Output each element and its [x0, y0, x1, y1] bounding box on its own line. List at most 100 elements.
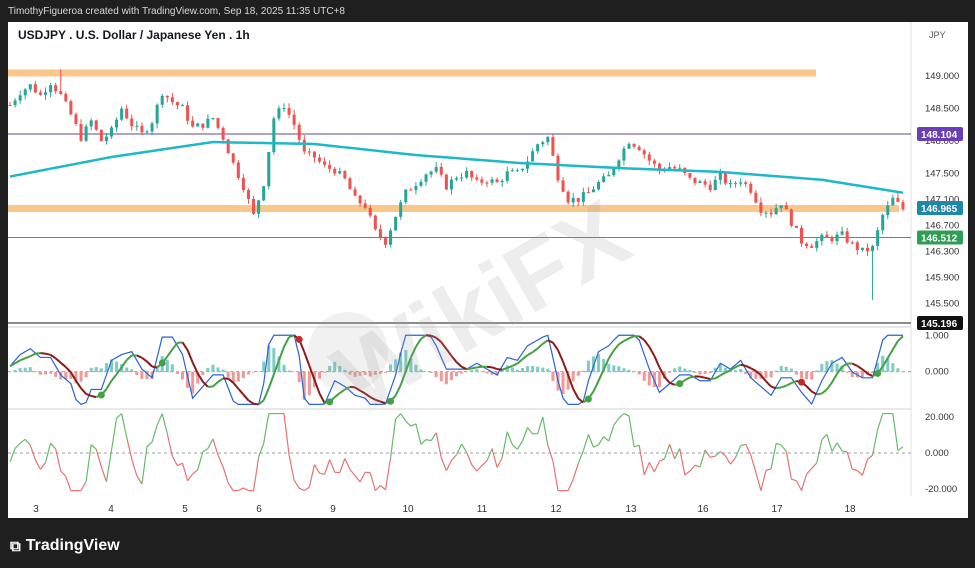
- candle-body: [647, 154, 651, 161]
- macd-slow-segment: [557, 349, 564, 363]
- candle-body: [805, 243, 809, 247]
- macd-slow-segment: [521, 354, 529, 360]
- candle-body: [784, 205, 788, 210]
- x-tick-label: 11: [477, 504, 488, 515]
- histogram-bar: [698, 371, 702, 375]
- oscillator-2-segment: [791, 478, 797, 482]
- candle-body: [394, 216, 398, 231]
- oscillator-2-segment: [171, 456, 178, 466]
- macd-slow-segment: [120, 359, 128, 368]
- oscillator-2-segment: [207, 438, 214, 449]
- x-tick-label: 10: [402, 504, 414, 515]
- oscillator-2-segment: [39, 462, 46, 470]
- macd-slow-segment: [277, 346, 285, 361]
- oscillator-2-segment: [491, 448, 498, 468]
- oscillator-2-segment: [603, 436, 610, 442]
- macd-slow-segment: [684, 376, 691, 382]
- candle-body: [43, 92, 48, 95]
- histogram-bar: [140, 371, 144, 379]
- oscillator-2-segment: [704, 449, 711, 458]
- oscillator-2-segment: [440, 457, 447, 471]
- candle-body: [734, 183, 738, 185]
- candle-body: [383, 237, 387, 245]
- candle-body: [460, 177, 464, 179]
- candle-body: [779, 205, 783, 209]
- histogram-bar: [769, 371, 773, 378]
- oscillator-2-segment: [339, 458, 346, 473]
- x-tick-label: 16: [697, 504, 709, 515]
- candle-body: [59, 91, 63, 94]
- oscillator-2-segment: [126, 437, 133, 460]
- oscillator-2-segment: [425, 439, 432, 442]
- candle-body: [277, 108, 281, 119]
- macd-slow-segment: [29, 352, 36, 358]
- candle-body: [531, 151, 535, 162]
- oscillator-2-segment: [369, 472, 376, 491]
- candle-body: [510, 170, 514, 172]
- oscillator-2-segment: [187, 473, 194, 482]
- macd-slow-segment: [623, 337, 630, 342]
- histogram-bar: [764, 371, 768, 378]
- histogram-bar: [526, 366, 530, 373]
- histogram-bar: [520, 367, 524, 373]
- candle-body: [120, 108, 124, 120]
- cross-marker: [874, 369, 882, 377]
- macd-slow-segment: [237, 388, 245, 396]
- candle-body: [444, 174, 448, 190]
- chart-canvas[interactable]: USDJPY . U.S. Dollar / Japanese Yen . 1h…: [8, 22, 968, 518]
- oscillator-2-segment: [34, 459, 41, 470]
- histogram-bar: [221, 369, 225, 373]
- oscillator-2-segment: [354, 475, 361, 483]
- candle-body: [845, 231, 849, 243]
- candle-body: [186, 105, 190, 121]
- oscillator-2-segment: [877, 413, 884, 430]
- oscillator-2-segment: [816, 439, 823, 464]
- oscillator-2-segment: [755, 472, 762, 491]
- histogram-bar: [901, 371, 905, 373]
- oscillator-1-tick: 1.000: [925, 330, 949, 341]
- histogram-bar: [89, 367, 93, 373]
- candle-body: [343, 171, 347, 179]
- oscillator-2-segment: [227, 482, 234, 491]
- histogram-bar: [216, 367, 220, 373]
- macd-slow-segment: [704, 376, 711, 380]
- oscillator-2-segment: [481, 460, 488, 467]
- oscillator-2-segment: [780, 444, 787, 452]
- candle-body: [297, 124, 301, 140]
- candle-body: [348, 178, 352, 190]
- macd-slow-segment: [669, 381, 676, 386]
- macd-slow-segment: [181, 341, 189, 351]
- chart-panel[interactable]: USDJPY . U.S. Dollar / Japanese Yen . 1h…: [8, 22, 968, 518]
- candle-body: [607, 175, 611, 177]
- price-label-text: 145.196: [921, 319, 958, 330]
- histogram-bar: [800, 371, 804, 379]
- oscillator-2-segment: [202, 448, 209, 453]
- candle-body: [485, 182, 489, 184]
- candle-body: [94, 120, 98, 130]
- oscillator-2-segment: [19, 438, 26, 444]
- candle-body: [886, 205, 890, 216]
- macd-slow-segment: [719, 371, 726, 377]
- macd-slow-segment: [714, 374, 721, 380]
- macd-slow-segment: [151, 365, 158, 369]
- oscillator-2-segment: [319, 472, 325, 475]
- oscillator-2-segment: [415, 423, 422, 445]
- candle-body: [79, 123, 83, 141]
- oscillator-2-segment: [293, 479, 300, 489]
- tradingview-logo-icon: ⧉: [10, 537, 21, 555]
- oscillator-2-segment: [795, 480, 803, 491]
- oscillator-2-segment: [501, 431, 508, 458]
- histogram-bar: [642, 371, 646, 381]
- oscillator-2-segment: [110, 418, 118, 451]
- oscillator-2-tick: 0.000: [925, 448, 949, 459]
- candle-body: [262, 186, 266, 201]
- candle-body: [257, 200, 261, 214]
- histogram-bar: [571, 371, 575, 382]
- candle-body: [708, 184, 712, 191]
- macd-slow-segment: [577, 397, 584, 404]
- x-tick-label: 17: [771, 504, 783, 515]
- histogram-bar: [581, 370, 585, 373]
- tradingview-brand[interactable]: ⧉ TradingView: [10, 536, 120, 556]
- candle-body: [865, 247, 870, 252]
- candle-body: [206, 118, 210, 128]
